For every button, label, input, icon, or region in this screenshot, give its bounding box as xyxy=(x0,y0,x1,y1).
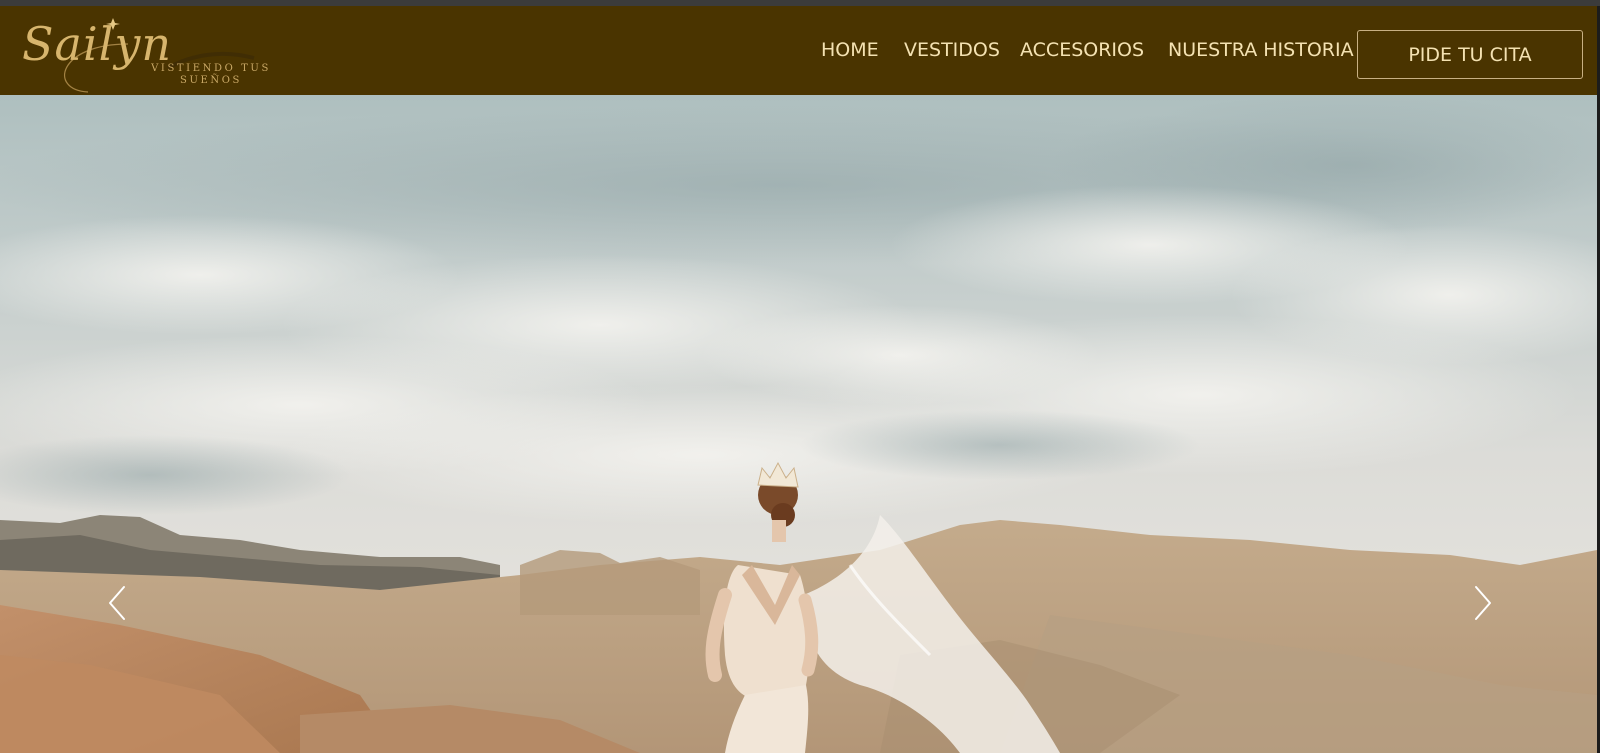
site-header: Sailyn VISTIENDO TUS SUEÑOS HOME VESTIDO… xyxy=(0,6,1597,95)
nav-nuestra-historia[interactable]: NUESTRA HISTORIA xyxy=(1168,39,1354,61)
nav-vestidos[interactable]: VESTIDOS xyxy=(904,39,1000,61)
book-appointment-button[interactable]: PIDE TU CITA xyxy=(1357,30,1583,79)
nav-accesorios[interactable]: ACCESORIOS xyxy=(1020,39,1144,61)
chevron-right-icon[interactable] xyxy=(1460,583,1500,623)
hero-carousel xyxy=(0,95,1597,753)
site-logo[interactable]: Sailyn VISTIENDO TUS SUEÑOS xyxy=(18,14,288,96)
chevron-left-icon[interactable] xyxy=(100,583,140,623)
logo-tagline: VISTIENDO TUS SUEÑOS xyxy=(151,63,271,86)
bride-in-desert-image xyxy=(0,95,1597,753)
nav-home[interactable]: HOME xyxy=(821,39,879,61)
